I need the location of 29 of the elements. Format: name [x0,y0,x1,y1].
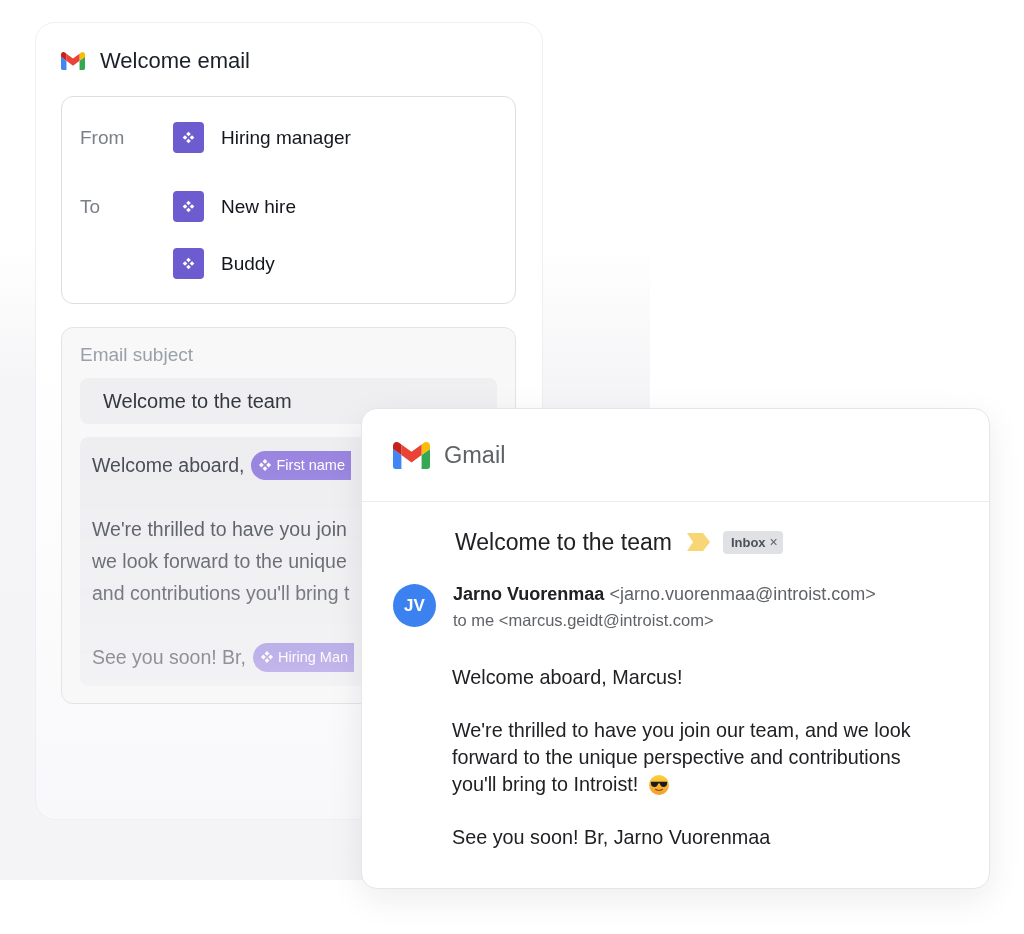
diamond-tile-icon [173,191,204,222]
sender-avatar: JV [393,584,436,627]
label-name: Inbox [730,534,766,550]
message-paragraph: See you soon! Br, Jarno Vuorenmaa [452,825,772,850]
m-logo-icon [61,52,85,70]
editor-title: Welcome email [100,48,250,74]
participant-name: New hire [221,195,296,218]
variable-name: First name [276,457,345,473]
message-text: we look forward to the unique [92,549,347,573]
participant-name: Buddy [221,252,275,275]
sunglasses-face-icon [649,774,670,795]
sender-email: <jarno.vuorenmaa@introist.com> [609,584,876,605]
diamond-tile-icon [173,248,204,279]
field-label: Email subject [80,344,193,366]
role-label: To [80,195,101,217]
message-text: Welcome aboard, [92,453,245,477]
remove-label-button[interactable]: × [769,535,778,549]
message-text: and contributions you'll bring t [92,581,350,605]
variable-name: Hiring Man [277,649,349,665]
message-text: We're thrilled to have you join [92,517,347,541]
participant-name: Hiring manager [221,126,351,149]
diamond-cluster-icon [259,459,272,471]
role-label: From [80,126,125,148]
m-logo-icon [393,441,430,469]
message-text: See you soon! Br, [92,645,246,669]
diamond-cluster-icon [260,651,273,663]
chevron-marker-icon [686,533,710,551]
diamond-tile-icon [173,122,204,153]
message-text: you'll bring to Introist! [452,772,639,797]
